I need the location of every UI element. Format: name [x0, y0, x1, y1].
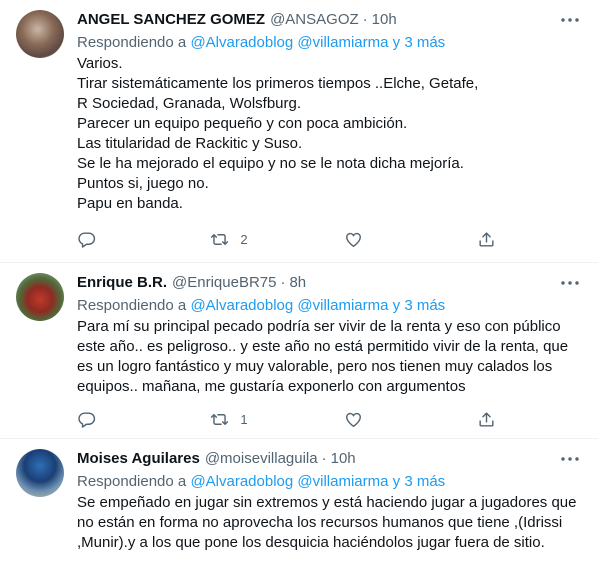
tweet-text-line: Las titularidad de Rackitic y Suso.	[77, 135, 303, 152]
tweet-body: Moises Aguilares @moisevillaguila · 10h …	[77, 449, 586, 553]
avatar[interactable]	[16, 273, 64, 321]
more-mentions-link[interactable]: y 3 más	[393, 473, 446, 490]
tweet-body: Enrique B.R. @EnriqueBR75 · 8h Respondie…	[77, 273, 586, 397]
share-icon	[479, 231, 494, 247]
timestamp[interactable]: 10h	[372, 10, 397, 30]
user-handle[interactable]: @ANSAGOZ	[270, 10, 359, 30]
retweet-icon	[211, 233, 229, 245]
heart-icon	[345, 412, 361, 427]
replying-to: Respondiendo a @Alvaradoblog @villamiarm…	[77, 33, 586, 53]
display-name[interactable]: ANGEL SANCHEZ GOMEZ	[77, 10, 265, 30]
heart-icon	[345, 232, 361, 247]
like-button[interactable]	[344, 229, 477, 249]
retweet-count: 2	[240, 231, 248, 247]
tweet-text-line: es un logro fantástico y muy valorable, …	[77, 358, 553, 375]
mention-link[interactable]: @villamiarma	[297, 34, 388, 51]
retweet-icon	[211, 413, 229, 425]
timestamp[interactable]: 10h	[331, 449, 356, 469]
tweet-text: Varios. Tirar sistemáticamente los prime…	[77, 54, 586, 214]
replying-to: Respondiendo a @Alvaradoblog @villamiarm…	[77, 296, 586, 316]
user-handle[interactable]: @EnriqueBR75	[172, 273, 276, 293]
tweet-body: ANGEL SANCHEZ GOMEZ @ANSAGOZ · 10h Respo…	[77, 10, 586, 214]
more-options-icon[interactable]	[560, 10, 580, 30]
more-options-icon[interactable]	[560, 449, 580, 469]
tweet-header: ANGEL SANCHEZ GOMEZ @ANSAGOZ · 10h	[77, 10, 586, 32]
tweet-text-line: no están en forma no aprovecha los recur…	[77, 514, 563, 531]
tweet-text-line: Papu en banda.	[77, 195, 183, 212]
separator-dot: ·	[280, 274, 286, 291]
tweet[interactable]: Enrique B.R. @EnriqueBR75 · 8h Respondie…	[0, 263, 598, 439]
mention-link[interactable]: @Alvaradoblog	[190, 34, 293, 51]
mention-link[interactable]: @Alvaradoblog	[190, 297, 293, 314]
retweet-button[interactable]: 2	[210, 229, 343, 249]
more-mentions-link[interactable]: y 3 más	[393, 34, 446, 51]
tweet-actions: 2	[77, 229, 517, 249]
share-icon	[479, 411, 494, 427]
display-name[interactable]: Moises Aguilares	[77, 449, 200, 469]
tweet-text-line: Puntos si, juego no.	[77, 175, 209, 192]
like-button[interactable]	[344, 409, 477, 429]
replying-to: Respondiendo a @Alvaradoblog @villamiarm…	[77, 472, 586, 492]
display-name[interactable]: Enrique B.R.	[77, 273, 167, 293]
reply-button[interactable]	[77, 229, 210, 249]
tweet-text-line: Se le ha mejorado el equipo y no se le n…	[77, 155, 464, 172]
tweet-header: Moises Aguilares @moisevillaguila · 10h	[77, 449, 586, 471]
tweet-header: Enrique B.R. @EnriqueBR75 · 8h	[77, 273, 586, 295]
reply-button[interactable]	[77, 409, 210, 429]
replying-to-label: Respondiendo a	[77, 34, 187, 51]
tweet-text: Para mí su principal pecado podría ser v…	[77, 317, 586, 397]
avatar[interactable]	[16, 449, 64, 497]
more-options-icon[interactable]	[560, 273, 580, 293]
timestamp[interactable]: 8h	[289, 273, 306, 293]
retweet-count: 1	[240, 411, 248, 427]
tweet-text-line: equipos.. mañana, me gustaría exponerlo …	[77, 378, 466, 395]
mention-link[interactable]: @villamiarma	[297, 297, 388, 314]
replying-to-label: Respondiendo a	[77, 473, 187, 490]
tweet-text-line: Varios.	[77, 55, 123, 72]
tweet-text-line: Se empeñado en jugar sin extremos y está…	[77, 494, 577, 511]
share-button[interactable]	[477, 229, 517, 249]
tweet-text-line: este año.. es peligroso.. y este año no …	[77, 338, 569, 355]
tweet[interactable]: Moises Aguilares @moisevillaguila · 10h …	[0, 439, 598, 565]
retweet-button[interactable]: 1	[210, 409, 343, 429]
share-button[interactable]	[477, 409, 517, 429]
separator-dot: ·	[321, 450, 327, 467]
tweet[interactable]: ANGEL SANCHEZ GOMEZ @ANSAGOZ · 10h Respo…	[0, 0, 598, 263]
tweet-text-line: ,Munir).y a los que pone los desquicia h…	[77, 534, 545, 551]
tweet-text: Se empeñado en jugar sin extremos y está…	[77, 493, 586, 553]
reply-icon	[78, 231, 96, 248]
tweet-text-line: Tirar sistemáticamente los primeros tiem…	[77, 75, 479, 92]
tweet-text-line: Para mí su principal pecado podría ser v…	[77, 318, 561, 335]
more-mentions-link[interactable]: y 3 más	[393, 297, 446, 314]
mention-link[interactable]: @Alvaradoblog	[190, 473, 293, 490]
user-handle[interactable]: @moisevillaguila	[205, 449, 318, 469]
avatar[interactable]	[16, 10, 64, 58]
mention-link[interactable]: @villamiarma	[297, 473, 388, 490]
tweet-text-line: Parecer un equipo pequeño y con poca amb…	[77, 115, 408, 132]
reply-icon	[78, 411, 96, 428]
separator-dot: ·	[362, 11, 368, 28]
tweet-actions: 1	[77, 409, 517, 429]
replying-to-label: Respondiendo a	[77, 297, 187, 314]
tweet-text-line: R Sociedad, Granada, Wolsfburg.	[77, 95, 302, 112]
